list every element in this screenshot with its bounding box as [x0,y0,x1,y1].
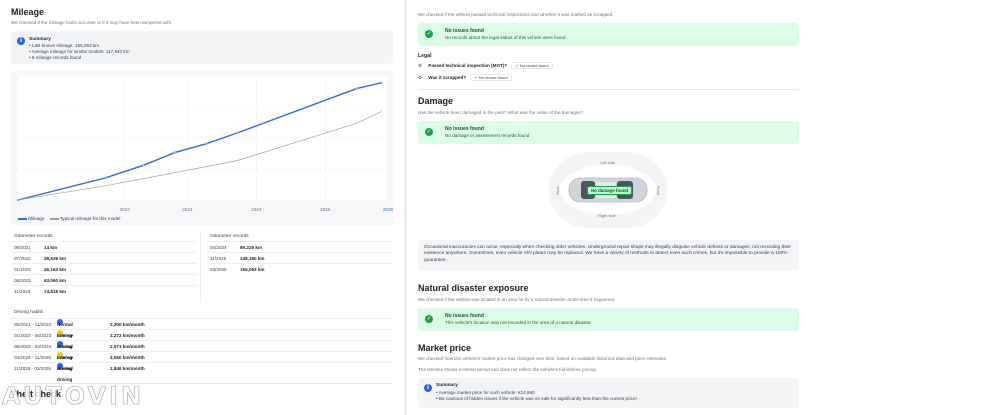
habit-label: Normal driving [57,366,73,382]
damage-subtitle: Has the vehicle been damaged in the past… [418,110,584,115]
legal-ok-desc: No records about the legal status of thi… [445,35,566,40]
mileage-summary-line: • Last known mileage: 156,063 km [29,43,100,48]
legal-ok-box: ✓ No issues found No records about the l… [418,23,799,46]
market-summary-box: i Summary • Average market price for suc… [418,378,799,408]
mileage-point[interactable] [16,198,20,202]
check-icon: ✓ [425,315,433,323]
mileage-chart-card: 2023 2023 2024 2025 2026 Mileage Typical mil… [11,70,393,226]
mileage-summary-line: • Average mileage for similar models: 11… [29,49,130,54]
mileage-point[interactable] [236,131,239,135]
market-summary-title: Summary [436,383,458,388]
natural-subtitle: We checked if the vehicle was located in… [418,297,616,302]
damage-ok-desc: No damage or assessment records found [445,133,530,138]
damage-note-text: Occasional inaccuracies can occur, espec… [424,245,791,263]
odometer-date: 03/2026 [210,267,227,272]
x-tick-label: 2023 [182,207,193,212]
legal-ok-title: No issues found [445,28,484,34]
table-row: 05/2021 14 km [11,241,197,252]
diagram-front: Front [655,185,661,196]
diagram-left-side: Left side [600,160,616,165]
damage-ok-box: ✓ No issues found No damage or assessmen… [418,121,799,144]
mileage-title: Mileage [11,7,45,17]
no-record-badge: ✓ No record found [511,62,553,69]
legend-typical-swatch [49,218,59,220]
natural-ok-title: No issues found [445,313,484,319]
natural-ok-box: ✓ No issues found This vehicle's locatio… [418,308,799,331]
damage-ok-title: No issues found [445,126,484,132]
x-tick-label: 2026 [383,207,393,212]
table-separator [200,232,201,302]
brand-watermark: AUTOVIN [2,382,145,411]
table-row: 01/2023 - 06/2023 Intense driving 3,272 km… [11,329,393,349]
mileage-point[interactable] [142,164,145,167]
info-icon: i [424,384,432,392]
mileage-point[interactable] [204,142,208,145]
table-row: 06/2023 63,060 km [11,274,197,285]
mileage-summary-box: i Summary • Last known mileage: 156,063 … [11,31,393,64]
table-row: 05/2021 - 11/2023 Normal driving 2,300 km/… [11,318,393,338]
section-divider [418,89,799,90]
market-subtitle-2: The timeline shows a limited period and … [418,367,597,372]
diagram-rear: Rear [554,186,560,195]
x-tick-label: 2023 [119,207,130,212]
legal-item-mot: ⚙ Passed technical inspection (MOT)? ✓ N… [418,62,553,69]
odometer-km: 74,819 km [44,289,66,294]
info-icon: i [17,37,25,45]
check-icon: ✓ [425,128,433,136]
mileage-panel: Mileage We checked if the mileage looks … [0,0,404,415]
market-summary-line: • Average market price for such vehicle:… [436,390,535,395]
legal-item-label: Passed technical inspection (MOT)? [428,63,508,68]
mileage-summary-title: Summary [29,37,51,42]
diagram-right-side: Right side [598,213,616,218]
damage-title: Damage [418,96,454,106]
table-row: 04/2024 - 11/2025 Intense driving 3,060 km… [11,351,393,371]
no-damage-badge: No damage found [587,186,633,195]
x-tick-label: 2024 [251,207,262,212]
mileage-subtitle: We checked if the mileage looks accurate… [11,20,173,25]
odometer-date: 11/2023 [14,289,31,294]
legal-item-scrapped: ♻ Was it scrapped? ✓ No record found [418,74,512,81]
habit-rate: 1,846 km/month [110,366,145,371]
natural-ok-desc: This vehicle's location was not recorded… [445,320,592,325]
table-row: 11/2025 148,180 km [207,252,393,263]
habit-period: 11/2025 - 03/2026 [14,366,51,371]
table-row: 01/2023 46,163 km [11,263,197,274]
legal-heading: Legal [418,53,432,59]
damage-note: Occasional inaccuracies can occur, espec… [418,240,799,271]
legal-item-label: Was it scrapped? [428,75,467,80]
inspection-icon: ⚙ [418,64,423,69]
mileage-point[interactable] [173,151,176,154]
recycle-icon: ♻ [418,76,423,81]
market-subtitle: We checked how this vehicle's market pri… [418,356,668,361]
driving-habits-header: Driving habits [14,310,44,315]
table-row: 06/2023 - 04/2024 Normal driving 2,573 km/… [11,340,393,360]
x-tick-label: 2025 [320,207,331,212]
chart-legend: Mileage Typical mileage for this model [18,216,120,221]
mileage-chart: 2023 2023 2024 2025 2026 [16,75,393,212]
no-record-badge: ✓ No record found [470,74,512,81]
table-row: 07/2022 29,538 km [11,252,197,263]
market-title: Market price [418,343,472,353]
legend-mileage-swatch [18,218,27,220]
mileage-point[interactable] [355,87,358,90]
legal-intro: We checked if the vehicle passed technic… [418,12,614,17]
legend-typical: Typical mileage for this model [59,216,121,221]
table-row: 11/2025 - 03/2026 Normal driving 1,846 km/… [11,362,393,382]
market-summary-line: • Be cautious of hidden issues if the ve… [436,396,637,401]
mileage-point[interactable] [380,81,383,84]
legend-mileage: Mileage [28,216,45,221]
mileage-point[interactable] [104,176,107,179]
odometer-km: 156,063 km [240,267,265,272]
mileage-summary-line: • 8 mileage records found [29,55,82,60]
odometer-header-right: Odometer records [210,234,249,239]
table-row: 11/2023 74,819 km [11,285,197,296]
table-row: 04/2024 89,229 km [207,241,393,252]
damage-diagram: Left side Right side Rear Front No damag… [549,152,667,228]
odometer-header-left: Odometer records [14,234,53,239]
natural-title: Natural disaster exposure [418,283,529,293]
report-panel: We checked if the vehicle passed technic… [407,0,1000,415]
table-row: 03/2026 156,063 km [207,263,393,274]
check-icon: ✓ [425,30,433,38]
